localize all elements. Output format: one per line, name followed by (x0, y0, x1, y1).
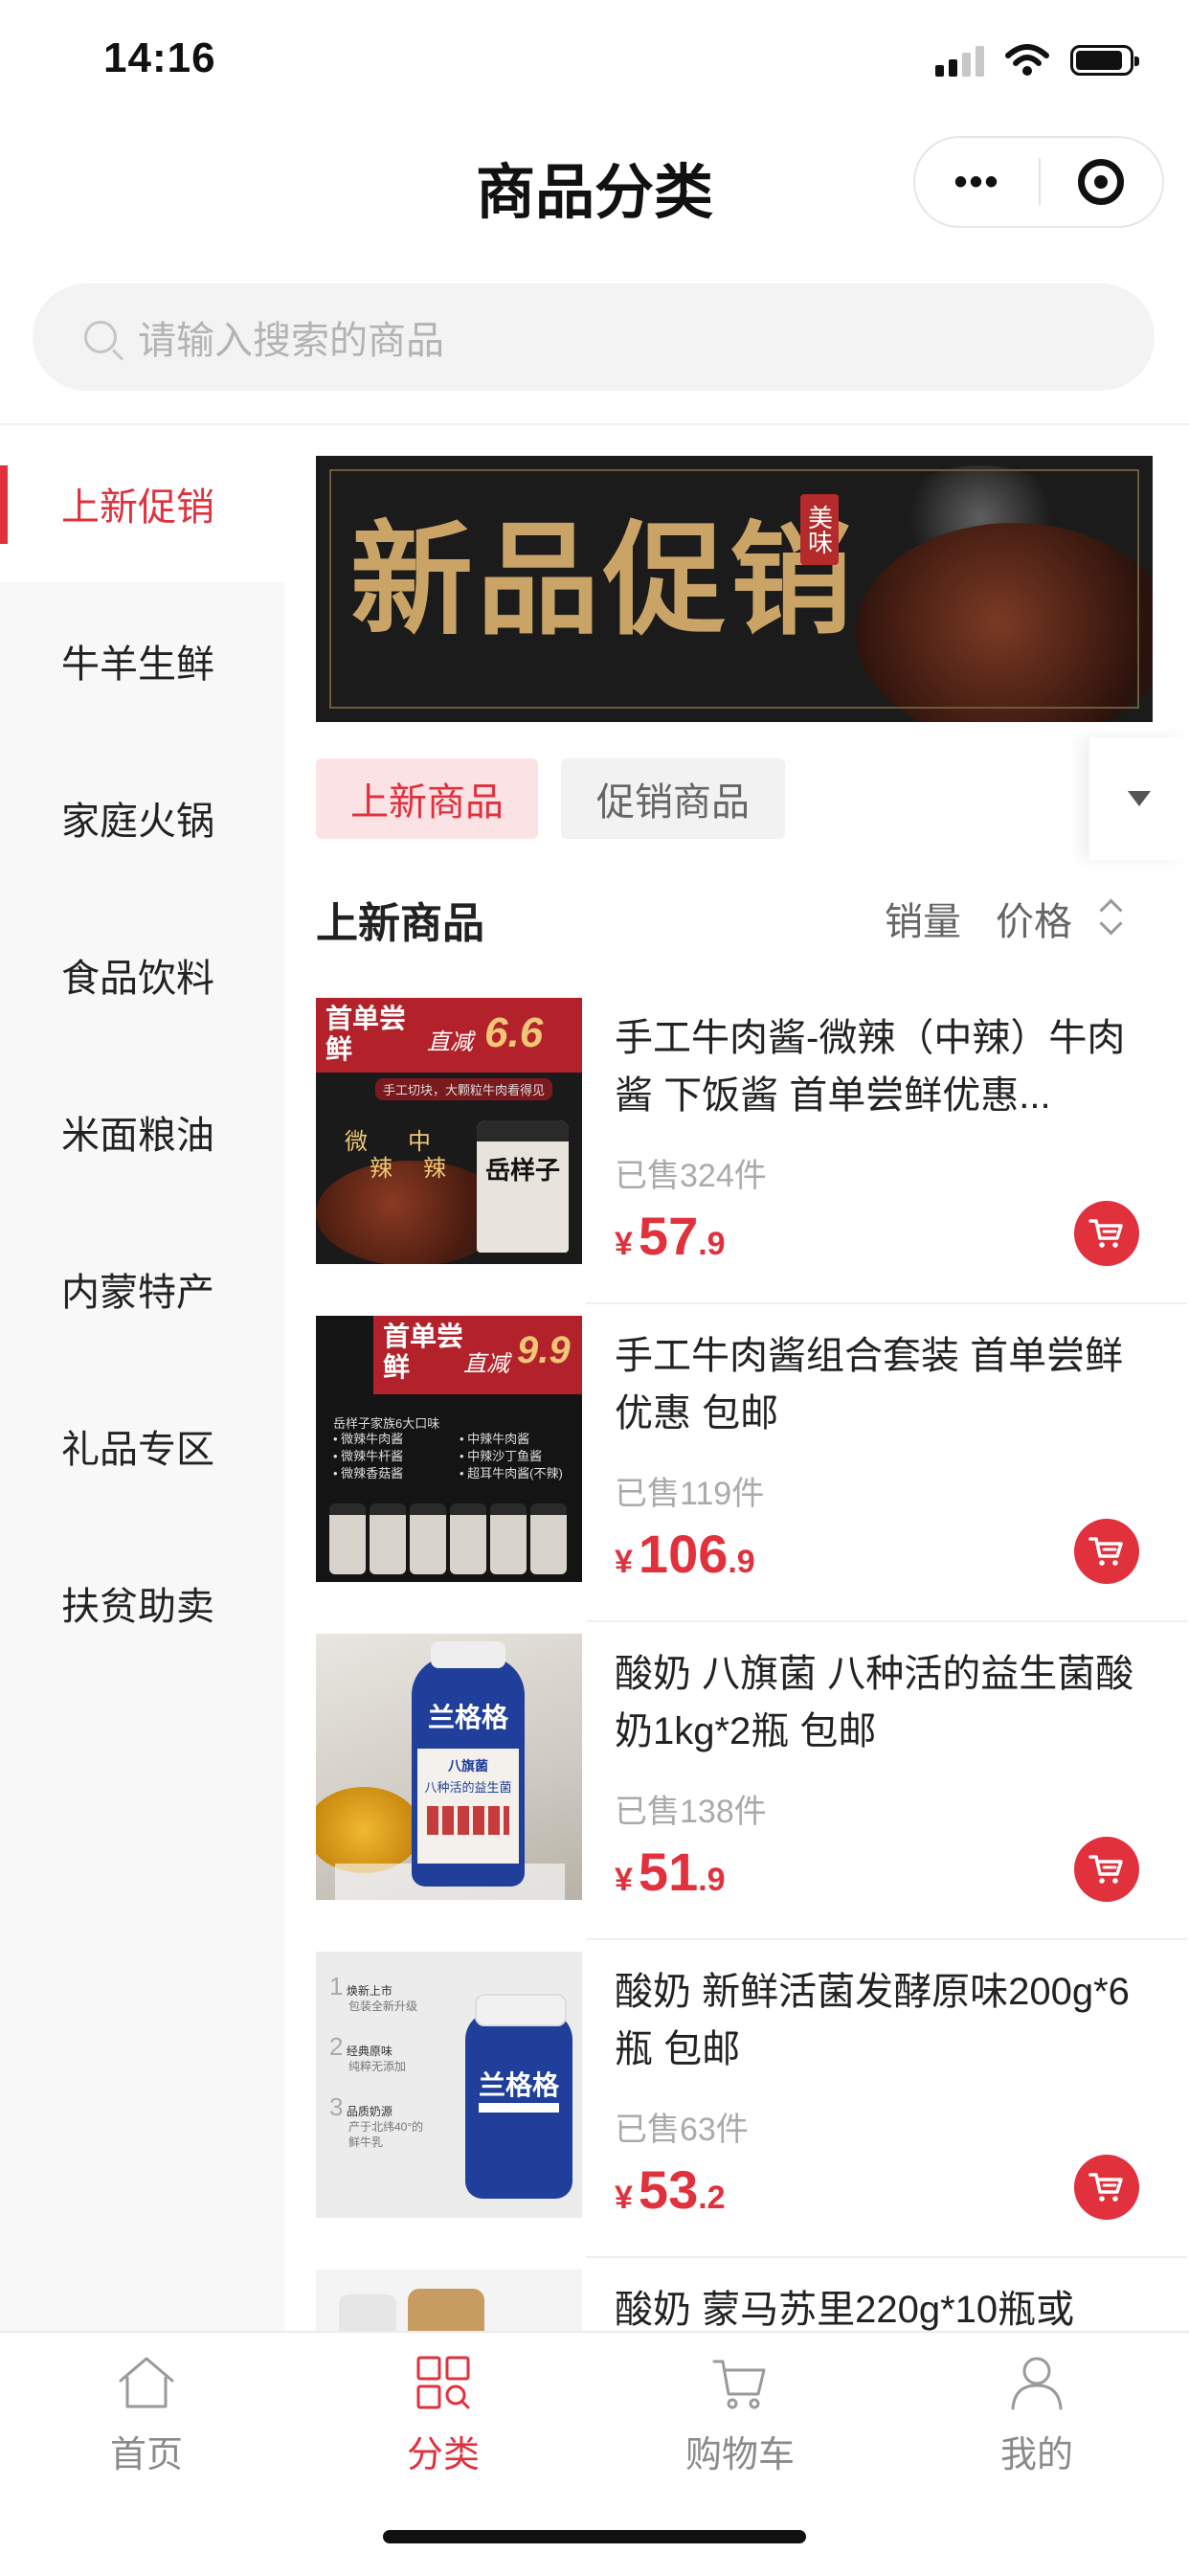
tab-cart-label: 购物车 (684, 2435, 795, 2475)
status-time: 14:16 (103, 34, 216, 81)
mini-program-capsule: ••• (913, 136, 1164, 228)
sort-by-sales[interactable]: 销量 (885, 891, 961, 946)
tab-profile[interactable]: 我的 (936, 2354, 1137, 2477)
product-image: 首单尝鲜 直减 9.9 岳样子家族6大口味 • 微辣牛肉酱 • 微辣牛杆酱 • … (316, 1316, 582, 1582)
search-input[interactable]: 请输入搜索的商品 (33, 283, 1155, 391)
product-price: ¥106.9 (615, 1524, 755, 1584)
tab-promo-products[interactable]: 促销商品 (561, 758, 785, 839)
search-placeholder: 请输入搜索的商品 (138, 320, 444, 362)
sidebar-item-inner-mongolia[interactable]: 内蒙特产 (0, 1210, 285, 1367)
sidebar-item-poverty-aid[interactable]: 扶贫助卖 (0, 1525, 285, 1682)
home-icon (119, 2357, 174, 2408)
banner-title: 新品促销 (350, 508, 857, 652)
chevron-down-icon (1128, 791, 1151, 806)
sidebar-item-hotpot[interactable]: 家庭火锅 (0, 739, 285, 896)
tab-profile-label: 我的 (999, 2435, 1073, 2475)
product-image: 兰格格 八旗菌 八种活的益生菌 (316, 1634, 582, 1900)
product-name: 酸奶 蒙马苏里220g*10瓶或 (615, 2289, 1075, 2331)
sidebar-item-grain-oil[interactable]: 米面粮油 (0, 1053, 285, 1210)
tab-cart[interactable]: 购物车 (639, 2354, 841, 2477)
sort-arrows-icon[interactable] (1099, 894, 1124, 937)
battery-icon (1070, 45, 1139, 76)
sidebar-item-beef-lamb[interactable]: 牛羊生鲜 (0, 582, 285, 739)
tab-home[interactable]: 首页 (46, 2354, 247, 2477)
cart-icon (1088, 1855, 1123, 1884)
product-item[interactable]: 1 焕新上市 包装全新升级 2 经典原味 纯粹无添加 3 品质奶源 产于北纬40… (316, 1942, 1187, 2258)
cart-icon (1088, 1219, 1123, 1248)
status-icons (935, 44, 1139, 77)
product-item[interactable]: 首单尝鲜 直减 9.9 岳样子家族6大口味 • 微辣牛肉酱 • 微辣牛杆酱 • … (316, 1306, 1187, 1622)
sidebar-item-new-promo[interactable]: 上新促销 (0, 425, 285, 582)
cart-icon (1088, 2173, 1123, 2202)
add-to-cart-button[interactable] (1074, 1519, 1139, 1584)
product-sold-count: 已售119件 (615, 1476, 765, 1512)
tab-category-label: 分类 (406, 2435, 480, 2475)
search-icon (84, 321, 117, 353)
cart-icon (712, 2360, 766, 2409)
category-sidebar: 上新促销 牛羊生鲜 家庭火锅 食品饮料 米面粮油 内蒙特产 礼品专区 扶贫助卖 (0, 425, 285, 2331)
wifi-icon (1005, 44, 1049, 76)
product-sold-count: 已售324件 (615, 1158, 767, 1194)
expand-tabs-button[interactable] (1089, 737, 1189, 860)
product-name: 酸奶 八旗菌 八种活的益生菌酸奶1kg*2瓶 包邮 (615, 1653, 1134, 1752)
product-price: ¥53.2 (615, 2159, 726, 2220)
product-image: 1 焕新上市 包装全新升级 2 经典原味 纯粹无添加 3 品质奶源 产于北纬40… (316, 1952, 582, 2218)
add-to-cart-button[interactable] (1074, 1837, 1139, 1902)
user-icon (1011, 2357, 1063, 2410)
product-name: 手工牛肉酱-微辣（中辣）牛肉酱 下饭酱 首单尝鲜优惠... (615, 1017, 1126, 1117)
product-name: 酸奶 新鲜活菌发酵原味200g*6瓶 包邮 (615, 1971, 1130, 2070)
banner-seal: 美味 (800, 494, 839, 565)
product-name: 手工牛肉酱组合套装 首单尝鲜优惠 包邮 (615, 1335, 1124, 1435)
sidebar-item-gifts[interactable]: 礼品专区 (0, 1367, 285, 1525)
tab-new-products[interactable]: 上新商品 (316, 758, 538, 839)
sidebar-item-food-drinks[interactable]: 食品饮料 (0, 896, 285, 1053)
home-indicator[interactable] (383, 2530, 806, 2543)
product-item[interactable]: 兰格格 八旗菌 八种活的益生菌 酸奶 八旗菌 八种活的益生菌酸奶1kg*2瓶 包… (316, 1624, 1187, 1940)
product-price: ¥51.9 (615, 1842, 726, 1902)
product-sold-count: 已售138件 (615, 1794, 767, 1830)
cart-icon (1088, 1537, 1123, 1566)
close-target-button[interactable] (1041, 159, 1162, 205)
category-icon (416, 2356, 470, 2409)
product-price: ¥57.9 (615, 1206, 726, 1266)
sort-by-price[interactable]: 价格 (996, 891, 1072, 946)
product-item[interactable]: 首单尝鲜 直减 6.6 手工切块，大颗粒牛肉看得见 微 辣 中 辣 岳样子 手工… (316, 988, 1187, 1304)
promo-banner[interactable]: 新品促销 美味 (316, 456, 1153, 722)
product-sold-count: 已售63件 (615, 2112, 749, 2148)
product-image: 首单尝鲜 直减 6.6 手工切块，大颗粒牛肉看得见 微 辣 中 辣 岳样子 (316, 998, 582, 1264)
tab-category[interactable]: 分类 (343, 2354, 544, 2477)
add-to-cart-button[interactable] (1074, 1201, 1139, 1266)
tab-home-label: 首页 (109, 2435, 183, 2475)
section-title: 上新商品 (316, 900, 484, 947)
signal-icon (935, 44, 984, 77)
target-icon (1078, 159, 1125, 205)
add-to-cart-button[interactable] (1074, 2155, 1139, 2220)
more-icon[interactable]: ••• (915, 163, 1039, 201)
